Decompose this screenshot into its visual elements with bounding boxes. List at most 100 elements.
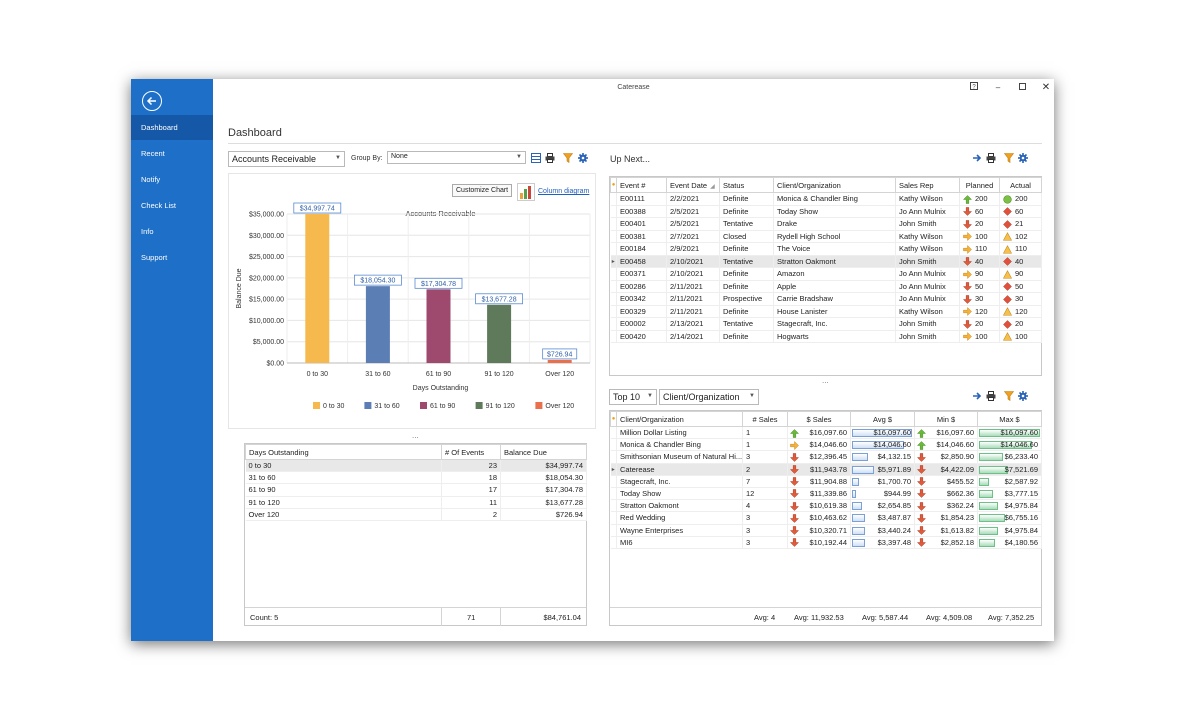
- sidebar-item-recent[interactable]: Recent: [131, 141, 213, 166]
- column-header[interactable]: Sales Rep: [895, 177, 960, 193]
- table-row[interactable]: Wayne Enterprises 3 $10,320.71 $3,440.24 $1,…: [610, 524, 1042, 537]
- table-row[interactable]: 61 to 90 17 $17,304.78: [245, 483, 587, 497]
- event-date: 2/11/2021: [666, 280, 720, 294]
- data-label: $34,997.74: [300, 206, 335, 213]
- column-header[interactable]: # Sales: [742, 411, 788, 427]
- actual-value: 100: [1015, 331, 1028, 341]
- bar-chart: Accounts Receivable$35,000.00$30,000.00$…: [236, 202, 591, 410]
- gear-icon[interactable]: [1018, 153, 1028, 163]
- filter-icon[interactable]: [562, 153, 574, 164]
- gear-icon[interactable]: [1018, 391, 1028, 401]
- client-name: Monica & Chandler Bing: [616, 438, 743, 452]
- sales-value: $10,463.62: [809, 513, 847, 523]
- table-row[interactable]: E00002 2/13/2021 Tentative Stagecraft, Inc.…: [610, 317, 1042, 331]
- max-cell: $16,097.60: [977, 426, 1042, 440]
- column-header[interactable]: # Of Events: [441, 444, 501, 460]
- column-header[interactable]: Planned: [959, 177, 1000, 193]
- top-count-select[interactable]: Top 10 ▼: [609, 389, 657, 405]
- column-header[interactable]: Event #: [616, 177, 667, 193]
- maximize-icon[interactable]: [1016, 82, 1028, 94]
- diamond-icon: [1003, 257, 1015, 266]
- table-row[interactable]: 31 to 60 18 $18,054.30: [245, 471, 587, 485]
- column-header[interactable]: Max $: [977, 411, 1042, 427]
- column-header[interactable]: Event Date ◢: [666, 177, 720, 193]
- table-row[interactable]: Today Show 12 $11,339.86 $944.99 $662.36 $3,7…: [610, 487, 1042, 501]
- column-header[interactable]: Client/Organization: [616, 411, 743, 427]
- table-row[interactable]: Monica & Chandler Bing 1 $14,046.60 $14,046…: [610, 438, 1042, 452]
- splitter-handle[interactable]: ...: [412, 431, 419, 440]
- column-header[interactable]: Min $: [914, 411, 978, 427]
- column-header[interactable]: Status: [719, 177, 774, 193]
- client-name: Carrie Bradshaw: [773, 292, 896, 306]
- splitter-handle[interactable]: ...: [822, 376, 829, 385]
- back-arrow-icon[interactable]: [142, 91, 162, 111]
- table-row[interactable]: E00184 2/9/2021 Definite The Voice Kathy Wil…: [610, 242, 1042, 256]
- table-row[interactable]: E00286 2/11/2021 Definite Apple Jo Ann Mulni…: [610, 280, 1042, 294]
- group-by-label: Group By:: [351, 155, 383, 162]
- table-cell: 61 to 90: [245, 483, 442, 497]
- table-row[interactable]: E00420 2/14/2021 Definite Hogwarts John Smit…: [610, 330, 1042, 344]
- group-by-select[interactable]: None ▼: [387, 151, 526, 164]
- arrow-right-icon[interactable]: [972, 391, 982, 401]
- column-header[interactable]: Avg $: [850, 411, 915, 427]
- table-row[interactable]: E00388 2/5/2021 Definite Today Show Jo Ann M…: [610, 205, 1042, 219]
- table-row[interactable]: Red Wedding 3 $10,463.62 $3,487.87 $1,854.23…: [610, 511, 1042, 525]
- table-row[interactable]: 91 to 120 11 $13,677.28: [245, 496, 587, 509]
- print-icon[interactable]: [545, 153, 555, 163]
- gear-icon[interactable]: [578, 153, 588, 163]
- planned-value: 30: [975, 294, 984, 304]
- filter-icon[interactable]: [1003, 153, 1015, 164]
- table-row[interactable]: E00401 2/5/2021 Tentative Drake John Smith 20…: [610, 217, 1042, 231]
- sidebar-item-check-list[interactable]: Check List: [131, 193, 213, 218]
- sales-rep: John Smith: [895, 255, 960, 269]
- help-icon[interactable]: ?: [968, 82, 980, 94]
- table-row[interactable]: E00381 2/7/2021 Closed Rydell High School Ka…: [610, 230, 1042, 244]
- table-row[interactable]: ▸ E00458 2/10/2021 Tentative Stratton Oakmon…: [610, 255, 1042, 269]
- table-row[interactable]: 0 to 30 23 $34,997.74: [245, 459, 587, 473]
- print-icon[interactable]: [986, 391, 996, 401]
- minimize-icon[interactable]: –: [992, 82, 1004, 94]
- report-select[interactable]: Accounts Receivable ▼: [228, 151, 345, 167]
- event-status: Tentative: [719, 255, 774, 269]
- filter-icon[interactable]: [1003, 391, 1015, 402]
- arrow-right-icon[interactable]: [972, 153, 982, 163]
- column-header[interactable]: $ Sales: [787, 411, 851, 427]
- arrow-down-icon: [790, 477, 802, 487]
- sidebar-item-info[interactable]: Info: [131, 219, 213, 244]
- table-row[interactable]: E00111 2/2/2021 Definite Monica & Chandler …: [610, 192, 1042, 206]
- column-header[interactable]: Days Outstanding: [245, 444, 442, 460]
- table-cell: $13,677.28: [500, 496, 587, 509]
- table-row[interactable]: Stagecraft, Inc. 7 $11,904.88 $1,700.70 $455…: [610, 475, 1042, 488]
- close-icon[interactable]: ✕: [1040, 82, 1052, 94]
- grid-view-icon[interactable]: [531, 153, 541, 163]
- table-row[interactable]: E00342 2/11/2021 Prospective Carrie Bradsha…: [610, 292, 1042, 306]
- avg-value: $1,700.70: [877, 476, 911, 486]
- table-row[interactable]: ▸ Caterease 2 $11,943.78 $5,971.89 $4,422.09 $…: [610, 463, 1042, 476]
- sidebar-item-dashboard[interactable]: Dashboard: [131, 115, 213, 140]
- print-icon[interactable]: [986, 153, 996, 163]
- actual-cell: 100: [999, 330, 1042, 344]
- event-number: E00286: [616, 280, 667, 294]
- table-row[interactable]: E00329 2/11/2021 Definite House Lanister Kat…: [610, 305, 1042, 319]
- table-row[interactable]: Million Dollar Listing 1 $16,097.60 $16,097…: [610, 426, 1042, 440]
- table-row[interactable]: MI6 3 $10,192.44 $3,397.48 $2,852.18 $4,180.5…: [610, 536, 1042, 549]
- arrow-up-icon: [917, 428, 929, 438]
- column-header[interactable]: Balance Due: [500, 444, 587, 460]
- min-value: $2,850.90: [940, 452, 974, 462]
- top-by-select[interactable]: Client/Organization ▼: [659, 389, 759, 405]
- sales-value: $16,097.60: [809, 428, 847, 438]
- actual-cell: 200: [999, 192, 1042, 206]
- avg-value: $5,971.89: [877, 464, 911, 474]
- sales-value: $12,396.45: [809, 452, 847, 462]
- table-row[interactable]: Stratton Oakmont 4 $10,619.38 $2,654.85 $362…: [610, 499, 1042, 513]
- column-header[interactable]: Client/Organization: [773, 177, 896, 193]
- table-row[interactable]: Smithsonian Museum of Natural Hi... 3 $12,…: [610, 450, 1042, 464]
- table-row[interactable]: E00371 2/10/2021 Definite Amazon Jo Ann Muln…: [610, 267, 1042, 281]
- max-cell: $6,755.16: [977, 511, 1042, 525]
- sidebar-item-support[interactable]: Support: [131, 245, 213, 270]
- actual-cell: 102: [999, 230, 1042, 244]
- min-cell: $2,852.18: [914, 536, 978, 549]
- column-header[interactable]: Actual: [999, 177, 1042, 193]
- table-row[interactable]: Over 120 2 $726.94: [245, 508, 587, 521]
- sidebar-item-notify[interactable]: Notify: [131, 167, 213, 192]
